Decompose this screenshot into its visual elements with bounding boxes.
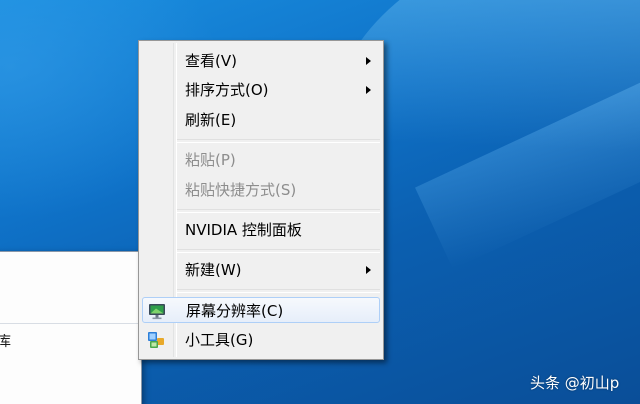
window-text-fragment: 库	[0, 334, 11, 350]
watermark: 头条 @初山p	[530, 374, 620, 392]
menu-item-new[interactable]: 新建(W)	[142, 257, 380, 283]
menu-separator	[177, 209, 380, 213]
menu-item-gadgets[interactable]: 小工具(G)	[142, 327, 380, 353]
menu-item-label: 新建(W)	[185, 261, 242, 279]
menu-item-label: 屏幕分辨率(C)	[186, 302, 284, 320]
background-window[interactable]: 库	[0, 251, 142, 404]
menu-item-label: 查看(V)	[185, 52, 237, 70]
desktop[interactable]: 库 查看(V) 排序方式(O) 刷新(E) 粘贴(P) 粘贴快捷方式(S) NV…	[0, 0, 640, 404]
menu-item-paste[interactable]: 粘贴(P)	[142, 147, 380, 173]
desktop-context-menu[interactable]: 查看(V) 排序方式(O) 刷新(E) 粘贴(P) 粘贴快捷方式(S) NVID…	[138, 40, 384, 360]
menu-item-label: NVIDIA 控制面板	[185, 221, 302, 239]
menu-separator	[177, 139, 380, 143]
menu-item-screen-resolution[interactable]: 屏幕分辨率(C)	[142, 297, 380, 323]
menu-item-label: 刷新(E)	[185, 111, 237, 129]
monitor-icon	[149, 304, 165, 320]
menu-item-nvidia-control-panel[interactable]: NVIDIA 控制面板	[142, 217, 380, 243]
wallpaper-streak	[415, 60, 640, 270]
chevron-right-icon	[366, 86, 371, 94]
chevron-right-icon	[366, 57, 371, 65]
chevron-right-icon	[366, 266, 371, 274]
menu-item-view[interactable]: 查看(V)	[142, 48, 380, 74]
menu-item-refresh[interactable]: 刷新(E)	[142, 107, 380, 133]
gadgets-icon	[148, 332, 164, 348]
menu-item-label: 粘贴快捷方式(S)	[185, 181, 297, 199]
window-divider	[0, 323, 141, 324]
menu-separator	[177, 249, 380, 253]
menu-item-label: 小工具(G)	[185, 331, 254, 349]
menu-separator	[177, 289, 380, 293]
menu-item-label: 粘贴(P)	[185, 151, 236, 169]
menu-item-sort-by[interactable]: 排序方式(O)	[142, 77, 380, 103]
menu-item-label: 排序方式(O)	[185, 81, 269, 99]
menu-item-paste-shortcut[interactable]: 粘贴快捷方式(S)	[142, 177, 380, 203]
